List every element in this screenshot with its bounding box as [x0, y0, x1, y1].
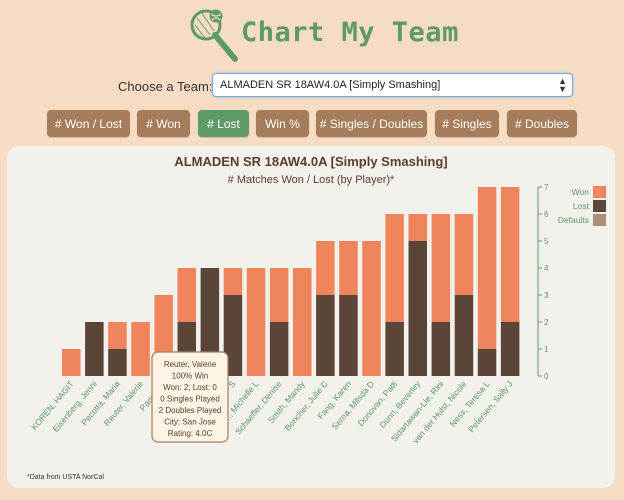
y-tick-label: 2: [544, 318, 549, 327]
bar-won[interactable]: [108, 322, 127, 349]
bar-won[interactable]: [408, 214, 428, 241]
bar-won[interactable]: [246, 268, 266, 376]
stacked-bar-chart: ALMADEN SR 18AW4.0A [Simply Smashing] # …: [27, 154, 606, 481]
legend-swatch: [593, 200, 606, 212]
doubles-button[interactable]: # Doubles: [507, 110, 577, 137]
app-title: Chart My Team: [241, 17, 459, 48]
chart-title: ALMADEN SR 18AW4.0A [Simply Smashing]: [174, 154, 447, 169]
tooltip-line: 100% Win: [172, 372, 208, 381]
bar-won[interactable]: [177, 268, 197, 322]
y-tick-label: 6: [544, 210, 549, 219]
bar-lost[interactable]: [477, 349, 497, 376]
y-axis: 0 1 2 3 4 5 6 7: [537, 183, 549, 381]
y-tick-label: 0: [544, 372, 549, 381]
bar-won[interactable]: [293, 268, 312, 376]
bar-won[interactable]: [223, 268, 243, 295]
legend-swatch: [593, 186, 606, 198]
team-selector-row: Choose a Team: ALMADEN SR 18AW4.0A [Simp…: [0, 73, 624, 99]
bar-lost[interactable]: [269, 322, 289, 376]
bar-lost[interactable]: [108, 349, 127, 376]
chart-type-buttons: # Won / Lost # Won # Lost Win % # Single…: [0, 110, 624, 138]
team-selector-label: Choose a Team:: [118, 79, 213, 94]
tooltip-line: Reuter, Valerie: [164, 360, 217, 369]
bar-lost[interactable]: [408, 241, 428, 376]
chart-subtitle: # Matches Won / Lost (by Player)*: [228, 174, 395, 186]
won-lost-button[interactable]: # Won / Lost: [47, 110, 130, 137]
bar-won[interactable]: [477, 187, 497, 349]
legend-swatch: [593, 214, 606, 226]
player-tooltip: Reuter, Valerie 100% Win Won: 2; Lost: 0 0 …: [151, 351, 229, 443]
tooltip-line: City: San Jose: [164, 418, 216, 427]
bar-lost[interactable]: [454, 295, 474, 376]
tooltip-line: 0 Singles Played: [160, 395, 220, 404]
y-tick-label: 1: [544, 345, 549, 354]
tennis-racket-logo-icon: [190, 9, 238, 62]
x-axis-labels: KOREN, HAGITEisenberg, JenniPecotta, Mar…: [29, 378, 515, 445]
bars-group: [62, 187, 520, 376]
bar-won[interactable]: [339, 241, 358, 295]
bar-won[interactable]: [131, 322, 150, 376]
header: Chart My Team: [0, 0, 624, 66]
bar-lost[interactable]: [500, 322, 520, 376]
bar-won[interactable]: [362, 241, 381, 376]
bar-won[interactable]: [269, 268, 289, 322]
footnote: *Data from USTA NorCal: [27, 474, 104, 481]
chart-card: ALMADEN SR 18AW4.0A [Simply Smashing] # …: [7, 146, 615, 488]
legend-label: Defaults: [558, 215, 589, 225]
bar-won[interactable]: [431, 214, 451, 322]
singles-doubles-button[interactable]: # Singles / Doubles: [316, 110, 427, 137]
singles-button[interactable]: # Singles: [435, 110, 499, 137]
y-tick-label: 4: [544, 264, 549, 273]
tooltip-line: Won: 2; Lost: 0: [163, 383, 217, 392]
bar-lost[interactable]: [431, 322, 451, 376]
bar-won[interactable]: [62, 349, 81, 376]
tooltip-line: Rating: 4.0C: [168, 429, 213, 438]
tooltip-line: 2 Doubles Played: [159, 406, 222, 415]
y-tick-label: 7: [544, 183, 549, 192]
bar-lost[interactable]: [339, 295, 358, 376]
team-select-dropdown[interactable]: ALMADEN SR 18AW4.0A [Simply Smashing] ▲ ▼: [212, 73, 573, 97]
bar-won[interactable]: [316, 241, 335, 295]
won-button[interactable]: # Won: [137, 110, 190, 137]
team-select-value: ALMADEN SR 18AW4.0A [Simply Smashing]: [220, 79, 441, 91]
lost-button[interactable]: # Lost: [198, 110, 249, 137]
y-tick-label: 3: [544, 291, 549, 300]
win-percent-button[interactable]: Win %: [256, 110, 309, 137]
bar-lost[interactable]: [316, 295, 335, 376]
legend-label: Lost: [573, 201, 590, 211]
legend: Won Lost Defaults: [558, 186, 606, 226]
bar-won[interactable]: [385, 214, 404, 322]
bar-won[interactable]: [500, 187, 520, 322]
bar-won[interactable]: [454, 214, 474, 295]
select-arrows-icon: ▲ ▼: [558, 76, 567, 94]
legend-label: Won: [572, 187, 590, 197]
y-tick-label: 5: [544, 237, 549, 246]
bar-lost[interactable]: [85, 322, 104, 376]
bar-lost[interactable]: [385, 322, 404, 376]
